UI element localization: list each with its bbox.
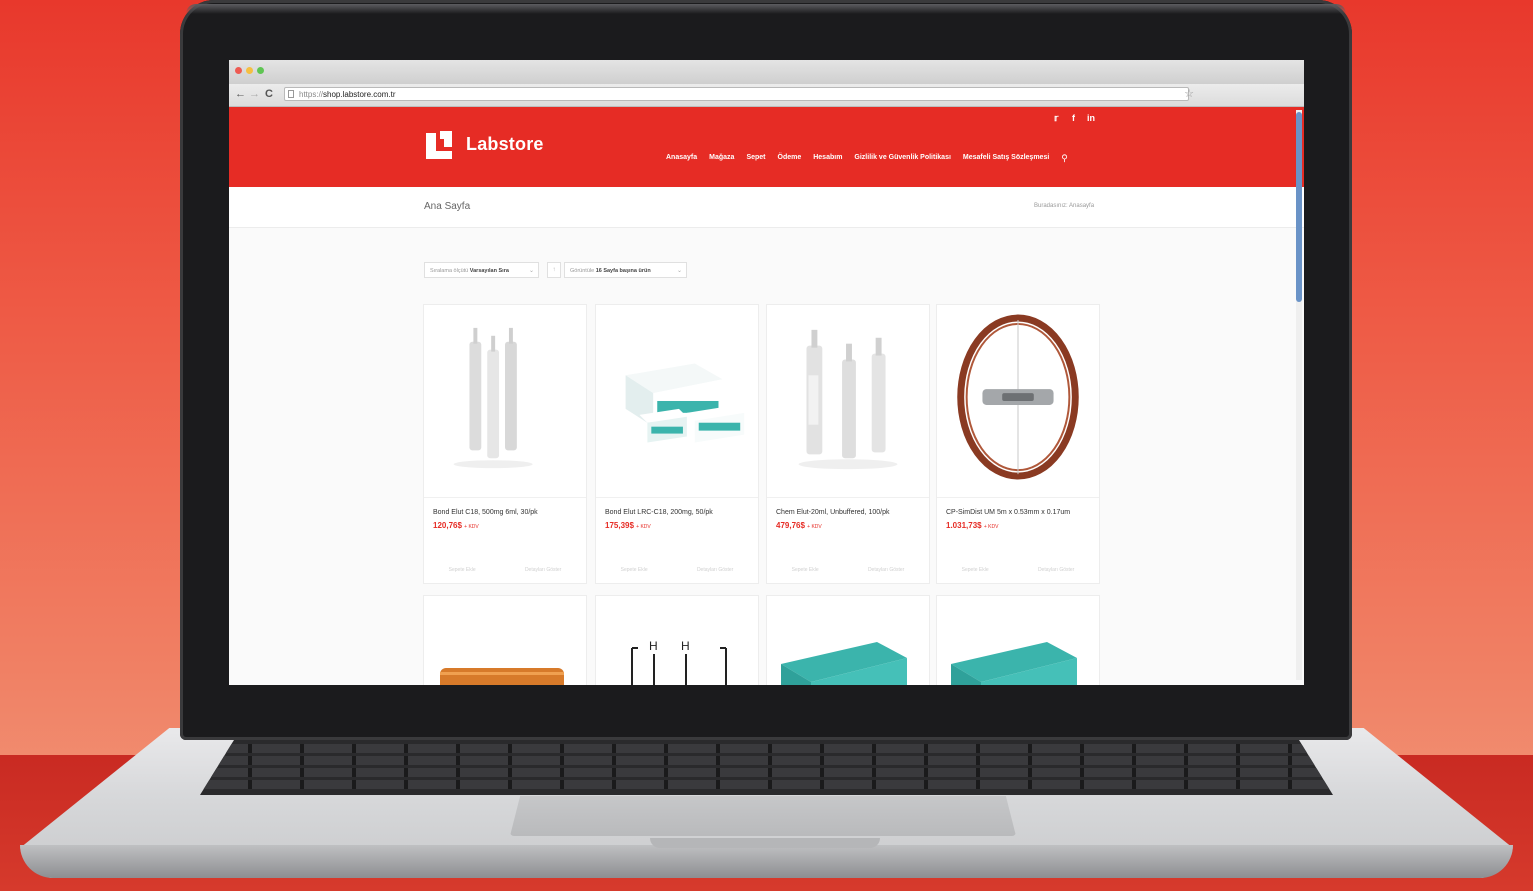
site-header: 𝕣 f in Labstore Anasayfa Mağaza Sepet Öd…: [229, 107, 1304, 187]
main-menu: Anasayfa Mağaza Sepet Ödeme Hesabım Gizl…: [666, 152, 1068, 166]
product-price: 120,76$ + KDV: [433, 521, 479, 530]
product-image[interactable]: [424, 305, 586, 495]
product-card[interactable]: Bond Elut C18, 500mg 6ml, 30/pk 120,76$ …: [423, 304, 587, 584]
product-price: 1.031,73$ + KDV: [946, 521, 999, 530]
show-details-button[interactable]: Detayları Göster: [697, 567, 733, 573]
minimize-window-icon[interactable]: [246, 67, 253, 74]
product-name[interactable]: Bond Elut C18, 500mg 6ml, 30/pk: [433, 509, 538, 516]
product-name[interactable]: Bond Elut LRC-C18, 200mg, 50/pk: [605, 509, 713, 516]
svg-text:H: H: [681, 639, 690, 653]
search-icon[interactable]: ⚲: [1061, 152, 1068, 166]
scrollbar-thumb[interactable]: [1296, 112, 1302, 302]
add-to-cart-button[interactable]: Sepete Ekle: [792, 567, 819, 573]
breadcrumb-bar: Ana Sayfa Buradasınız: Anasayfa: [229, 187, 1304, 228]
product-image[interactable]: [767, 305, 929, 495]
breadcrumb-link-home[interactable]: Anasayfa: [1069, 203, 1094, 209]
show-details-button[interactable]: Detayları Göster: [525, 567, 561, 573]
window-titlebar: [229, 60, 1304, 84]
menu-item-odeme[interactable]: Ödeme: [778, 152, 802, 166]
browser-window: ← → C https://shop.labstore.com.tr ☆ 𝕣 f…: [229, 60, 1304, 685]
address-bar-row: ← → C https://shop.labstore.com.tr ☆: [229, 84, 1304, 107]
chevron-down-icon: ⌄: [676, 268, 682, 274]
keyboard: [200, 740, 1333, 795]
url-input[interactable]: https://shop.labstore.com.tr: [284, 87, 1189, 101]
product-card[interactable]: Chem Elut-20ml, Unbuffered, 100/pk 479,7…: [766, 304, 930, 584]
maximize-window-icon[interactable]: [257, 67, 264, 74]
product-price: 479,76$ + KDV: [776, 521, 822, 530]
laptop-notch: [650, 838, 880, 848]
site-logo-text[interactable]: Labstore: [466, 134, 544, 155]
product-name[interactable]: Chem Elut-20ml, Unbuffered, 100/pk: [776, 509, 890, 516]
forward-arrow-icon[interactable]: →: [249, 87, 260, 101]
page-title: Ana Sayfa: [424, 201, 471, 212]
menu-item-magaza[interactable]: Mağaza: [709, 152, 734, 166]
menu-item-sepet[interactable]: Sepet: [746, 152, 765, 166]
product-card[interactable]: H H: [595, 595, 759, 685]
per-page-select[interactable]: Görüntüle 16 Sayfa başına ürün ⌄: [564, 262, 687, 278]
laptop-front-edge: [20, 845, 1513, 878]
add-to-cart-button[interactable]: Sepete Ekle: [962, 567, 989, 573]
product-image[interactable]: [937, 305, 1099, 495]
page-icon: [288, 90, 294, 98]
close-window-icon[interactable]: [235, 67, 242, 74]
add-to-cart-button[interactable]: Sepete Ekle: [449, 567, 476, 573]
svg-text:H: H: [649, 639, 658, 653]
back-arrow-icon[interactable]: ←: [235, 87, 246, 101]
product-image[interactable]: H H: [596, 596, 758, 685]
product-image[interactable]: [424, 596, 586, 685]
reload-icon[interactable]: C: [265, 87, 273, 101]
product-card[interactable]: [936, 595, 1100, 685]
menu-item-mesafeli[interactable]: Mesafeli Satış Sözleşmesi: [963, 152, 1049, 166]
trackpad: [510, 796, 1016, 836]
product-price: 175,39$ + KDV: [605, 521, 651, 530]
product-card[interactable]: [423, 595, 587, 685]
product-card[interactable]: CP-SimDist UM 5m x 0.53mm x 0.17um 1.031…: [936, 304, 1100, 584]
menu-item-anasayfa[interactable]: Anasayfa: [666, 152, 697, 166]
twitter-icon[interactable]: 𝕣: [1054, 113, 1058, 124]
show-details-button[interactable]: Detayları Göster: [1038, 567, 1074, 573]
product-image[interactable]: [596, 305, 758, 495]
product-card[interactable]: [766, 595, 930, 685]
show-details-button[interactable]: Detayları Göster: [868, 567, 904, 573]
sort-direction-icon[interactable]: ↑: [547, 262, 561, 278]
breadcrumb: Buradasınız: Anasayfa: [1034, 203, 1095, 209]
product-name[interactable]: CP-SimDist UM 5m x 0.53mm x 0.17um: [946, 509, 1070, 516]
menu-item-gizlilik[interactable]: Gizlilik ve Güvenlik Politikası: [854, 152, 950, 166]
product-image[interactable]: [767, 596, 929, 685]
add-to-cart-button[interactable]: Sepete Ekle: [621, 567, 648, 573]
bookmark-star-icon[interactable]: ☆: [1184, 87, 1194, 100]
labstore-logo-icon[interactable]: [424, 129, 454, 161]
facebook-icon[interactable]: f: [1072, 113, 1075, 123]
product-image[interactable]: [937, 596, 1099, 685]
linkedin-icon[interactable]: in: [1087, 113, 1095, 123]
product-card[interactable]: Bond Elut LRC-C18, 200mg, 50/pk 175,39$ …: [595, 304, 759, 584]
sort-select[interactable]: Sıralama ölçütü Varsayılan Sıra ⌄: [424, 262, 539, 278]
chevron-down-icon: ⌄: [528, 268, 534, 274]
menu-item-hesabim[interactable]: Hesabım: [813, 152, 842, 166]
